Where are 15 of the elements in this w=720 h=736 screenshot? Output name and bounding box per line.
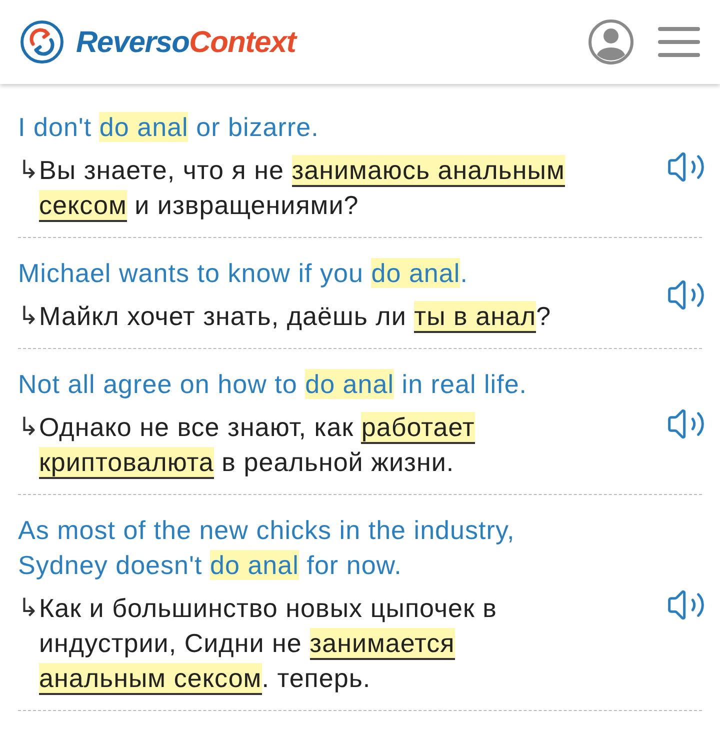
logo-wordmark[interactable]: ReversoContext: [76, 20, 296, 64]
profile-icon[interactable]: [588, 19, 634, 65]
example-sentence: As most of the new chicks in the industry, Sydney doesn't do anal for now.: [18, 514, 516, 582]
translation-sentence: Однако не все знают, как работает криптовалюта в реальной жизни.: [39, 411, 476, 480]
arrow-glyph: ↳: [18, 155, 39, 186]
example-sentence: Michael wants to know if you do anal.: [18, 257, 469, 290]
arrow-glyph: ↳: [18, 593, 39, 624]
example-sentence: Not all agree on how to do anal in real life.: [18, 368, 528, 401]
logo-icon: [20, 20, 64, 64]
arrow-glyph: ↳: [18, 412, 39, 443]
menu-icon[interactable]: [658, 26, 700, 58]
translation-sentence: Вы знаете, что я не занимаюсь анальным сексом и извращениями?: [39, 154, 566, 223]
arrow-glyph: ↳: [18, 301, 39, 332]
example-sentence: I don't do anal or bizarre.: [18, 111, 320, 144]
translation-sentence: Майкл хочет знать, даёшь ли ты в анал?: [39, 300, 552, 334]
